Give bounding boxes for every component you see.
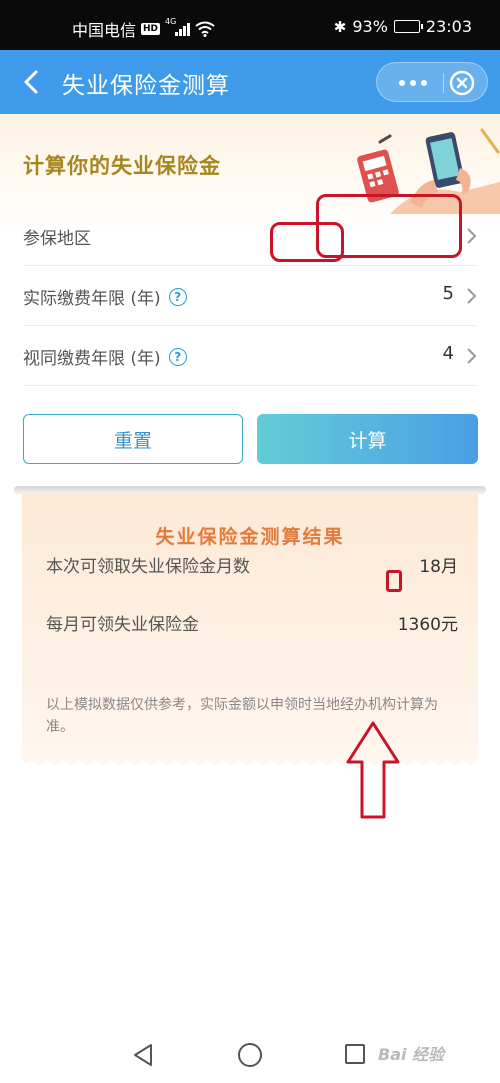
actual-years-label-wrap: 实际缴费年限 (年) ?: [23, 284, 187, 309]
monthly-value: 1360元: [397, 615, 458, 635]
nav-recent-apps-icon[interactable]: [345, 1044, 365, 1064]
deemed-years-label: 视同缴费年限 (年): [23, 349, 161, 369]
result-card: 失业保险金测算结果 本次可领取失业保险金月数 18月 每月可领失业保险金 136…: [22, 494, 478, 756]
insured-region-label: 参保地区: [23, 229, 91, 249]
bluetooth-icon: ✱: [333, 17, 347, 36]
nav-home-icon[interactable]: [238, 1043, 262, 1067]
calculator-title: 计算你的失业保险金: [23, 154, 221, 178]
help-icon[interactable]: ?: [168, 287, 187, 306]
help-icon[interactable]: ?: [168, 347, 187, 366]
chevron-right-icon: [467, 288, 477, 304]
signal-icon: 4G: [165, 17, 191, 36]
main-content: 计算你的失业保险金 参保地区 实际缴费年限 (年) ? 5 视同缴费年限 (年)…: [0, 114, 500, 1083]
reset-button[interactable]: 重置: [23, 414, 243, 464]
actual-years-label: 实际缴费年限 (年): [23, 289, 161, 309]
page-title: 失业保险金测算: [62, 73, 230, 99]
months-value: 18月: [419, 557, 458, 577]
calculate-button[interactable]: 计算: [257, 414, 478, 464]
battery-percent: 93%: [352, 17, 388, 36]
chevron-right-icon: [467, 228, 477, 244]
result-title: 失业保险金测算结果: [155, 526, 345, 548]
result-card-wave-edge: [22, 752, 478, 765]
months-label: 本次可领取失业保险金月数: [46, 557, 250, 577]
system-nav-bar: Bai 经验: [0, 1029, 500, 1083]
annotation-marker: [386, 570, 402, 592]
deemed-years-value: 4: [442, 343, 454, 364]
form-row-deemed-years[interactable]: 视同缴费年限 (年) ? 4: [23, 326, 478, 386]
chevron-right-icon: [467, 348, 477, 364]
capsule-divider: [443, 73, 444, 93]
status-bar: 中国电信 HD 4G ✱ 93% 23:03: [0, 0, 500, 50]
monthly-label: 每月可领失业保险金: [46, 615, 199, 635]
carrier-label: 中国电信: [72, 21, 137, 40]
monthly-row: 每月可领失业保险金 1360元: [46, 610, 458, 635]
wifi-icon: [195, 21, 215, 37]
network-type: 4G: [165, 17, 177, 26]
battery-icon: [393, 20, 423, 33]
clock: 23:03: [425, 17, 472, 36]
hd-badge: HD: [141, 23, 161, 35]
deemed-years-label-wrap: 视同缴费年限 (年) ?: [23, 344, 187, 369]
watermark: Bai 经验: [378, 1045, 445, 1064]
result-slot: [14, 486, 486, 494]
app-header: 失业保险金测算: [0, 50, 500, 114]
back-arrow-icon[interactable]: [18, 62, 48, 102]
nav-back-icon[interactable]: [131, 1042, 155, 1068]
form-row-actual-years[interactable]: 实际缴费年限 (年) ? 5: [23, 266, 478, 326]
close-circle-icon[interactable]: [449, 70, 475, 96]
more-icon[interactable]: [389, 63, 437, 103]
mini-app-capsule: [376, 62, 488, 102]
actual-years-value: 5: [442, 283, 454, 304]
annotation-arrow-up-icon: [346, 721, 400, 819]
annotation-box: [270, 222, 344, 262]
